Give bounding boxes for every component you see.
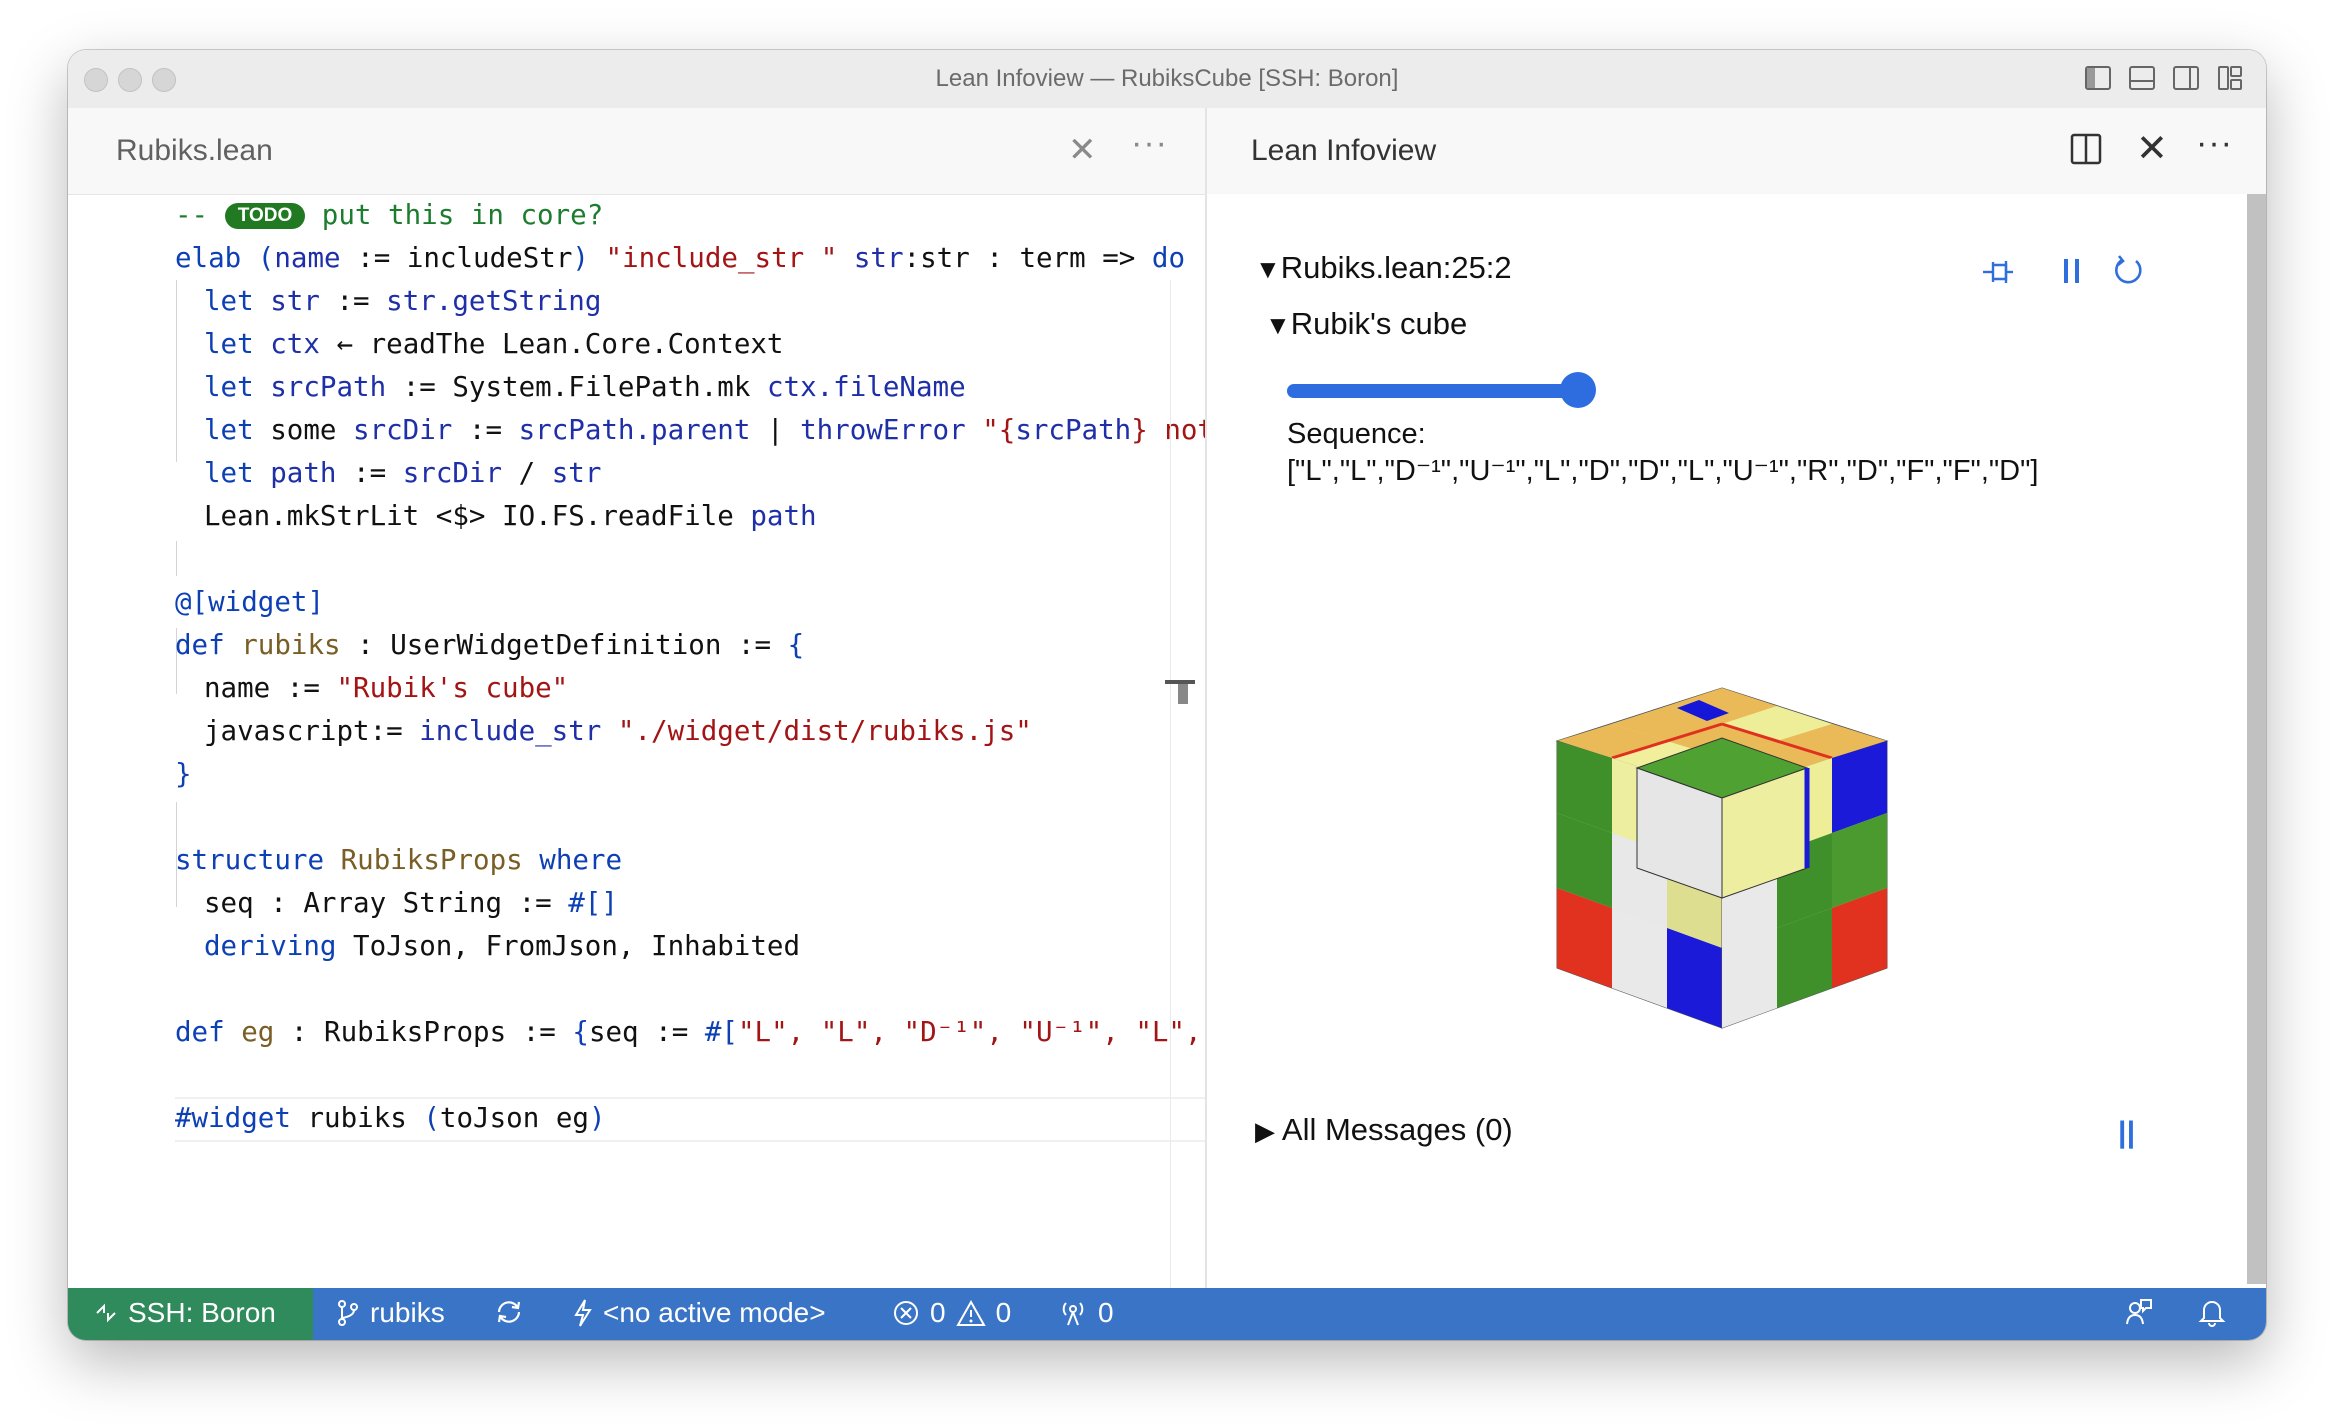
broadcast-icon xyxy=(1058,1298,1088,1328)
code-line: @[widget] xyxy=(175,586,325,618)
sequence-slider-thumb[interactable] xyxy=(1560,372,1596,408)
branch-status[interactable]: rubiks xyxy=(336,1297,445,1329)
tab-close-icon[interactable]: ✕ xyxy=(1068,130,1097,170)
refresh-icon[interactable] xyxy=(2110,253,2146,294)
tab-rubiks-lean[interactable]: Rubiks.lean xyxy=(116,134,273,168)
customize-layout-icon[interactable] xyxy=(2216,64,2244,92)
sequence-value: ["L","L","D⁻¹","U⁻¹","L","D","D","L","U⁻… xyxy=(1287,455,2039,487)
bell-icon xyxy=(2198,1297,2226,1327)
editor-group: Rubiks.lean ✕ ··· -- TODO put this in co… xyxy=(68,108,1205,1288)
toggle-secondary-sidebar-icon[interactable] xyxy=(2172,64,2200,92)
code-line: let str := str.getString xyxy=(204,285,602,317)
remote-icon xyxy=(94,1301,118,1325)
code-line: def eg : RubiksProps := {seq := #["L", "… xyxy=(175,1016,1202,1048)
todo-badge: TODO xyxy=(224,203,306,229)
toggle-primary-sidebar-icon[interactable] xyxy=(2084,64,2112,92)
window-title: Lean Infoview — RubiksCube [SSH: Boron] xyxy=(935,65,1399,92)
editor-tab-bar: Rubiks.lean ✕ ··· xyxy=(68,108,1205,195)
collapse-triangle-icon: ▼ xyxy=(1265,310,1291,340)
notifications-status[interactable] xyxy=(2198,1297,2226,1327)
app-window: Lean Infoview — RubiksCube [SSH: Boron] … xyxy=(68,50,2266,1340)
layout-controls xyxy=(2084,64,2244,92)
code-line: javascript:= include_str "./widget/dist/… xyxy=(204,715,1032,747)
overview-ruler-mark xyxy=(1178,684,1188,704)
toggle-panel-icon[interactable] xyxy=(2128,64,2156,92)
code-line: structure RubiksProps where xyxy=(175,844,623,876)
code-line: #widget rubiks (toJson eg) xyxy=(175,1102,606,1134)
branch-icon xyxy=(336,1299,360,1327)
status-bar: SSH: Boron rubiks <no active mode> 0 0 0 xyxy=(68,1288,2266,1340)
code-line: name := "Rubik's cube" xyxy=(204,672,569,704)
sequence-slider-track[interactable] xyxy=(1287,384,1581,398)
sequence-label: Sequence: xyxy=(1287,418,1426,450)
title-bar: Lean Infoview — RubiksCube [SSH: Boron] xyxy=(68,50,2266,109)
code-line: -- TODO put this in core? xyxy=(175,199,604,231)
goal-position-heading[interactable]: ▼Rubiks.lean:25:2 xyxy=(1255,250,1512,286)
feedback-status[interactable] xyxy=(2124,1297,2154,1327)
ports-status[interactable]: 0 xyxy=(1058,1297,1114,1329)
code-line: elab (name := includeStr) "include_str "… xyxy=(175,242,1186,274)
pause-icon[interactable] xyxy=(2060,255,2084,292)
infoview-scrollbar[interactable] xyxy=(2247,194,2266,1284)
warning-icon xyxy=(955,1299,986,1327)
lean-infoview-panel: Lean Infoview ✕ ··· ▼Rubiks.lean:25:2 ▼R… xyxy=(1207,108,2266,1288)
infoview-title[interactable]: Lean Infoview xyxy=(1251,134,1436,168)
close-icon[interactable]: ✕ xyxy=(2136,126,2168,171)
bolt-icon xyxy=(573,1298,593,1328)
remote-indicator[interactable]: SSH: Boron xyxy=(68,1288,313,1340)
sync-status[interactable] xyxy=(494,1297,524,1327)
split-editor-icon[interactable] xyxy=(2069,132,2103,166)
mode-status[interactable]: <no active mode> xyxy=(573,1297,826,1329)
code-line: def rubiks : UserWidgetDefinition := { xyxy=(175,629,805,661)
code-line: let srcPath := System.FilePath.mk ctx.fi… xyxy=(204,371,966,403)
pin-icon[interactable] xyxy=(1980,255,2016,294)
code-line: seq : Array String := #[] xyxy=(204,887,618,919)
more-icon[interactable]: ··· xyxy=(2196,124,2233,163)
widget-heading[interactable]: ▼Rubik's cube xyxy=(1265,306,1467,342)
collapse-triangle-icon: ▼ xyxy=(1255,254,1281,284)
code-line: let some srcDir := srcPath.parent | thro… xyxy=(204,414,1205,446)
code-line: let path := srcDir / str xyxy=(204,457,602,489)
infoview-toolbar xyxy=(1980,253,2150,293)
rubiks-cube-3d-view[interactable] xyxy=(1467,568,2027,1128)
sync-icon xyxy=(494,1297,524,1327)
code-line: let ctx ← readThe Lean.Core.Context xyxy=(204,328,784,360)
code-line: Lean.mkStrLit <$> IO.FS.readFile path xyxy=(204,500,817,532)
indent-guide xyxy=(176,280,177,462)
all-messages-heading[interactable]: ▶ All Messages (0) xyxy=(1255,1112,1513,1148)
code-editor[interactable]: -- TODO put this in core? elab (name := … xyxy=(68,194,1205,1288)
code-line: deriving ToJson, FromJson, Inhabited xyxy=(204,930,801,962)
expand-triangle-icon: ▶ xyxy=(1255,1116,1275,1146)
problems-status[interactable]: 0 0 xyxy=(892,1297,1011,1329)
error-icon xyxy=(892,1299,920,1327)
overview-ruler[interactable] xyxy=(1170,280,1171,1288)
infoview-tab-bar: Lean Infoview ✕ ··· xyxy=(1207,108,2266,194)
messages-pause-icon[interactable]: | | xyxy=(2118,1116,2135,1150)
feedback-icon xyxy=(2124,1297,2154,1327)
indent-guide xyxy=(176,541,177,576)
editor-more-actions-icon[interactable]: ··· xyxy=(1131,124,1168,163)
code-line: } xyxy=(175,758,192,790)
